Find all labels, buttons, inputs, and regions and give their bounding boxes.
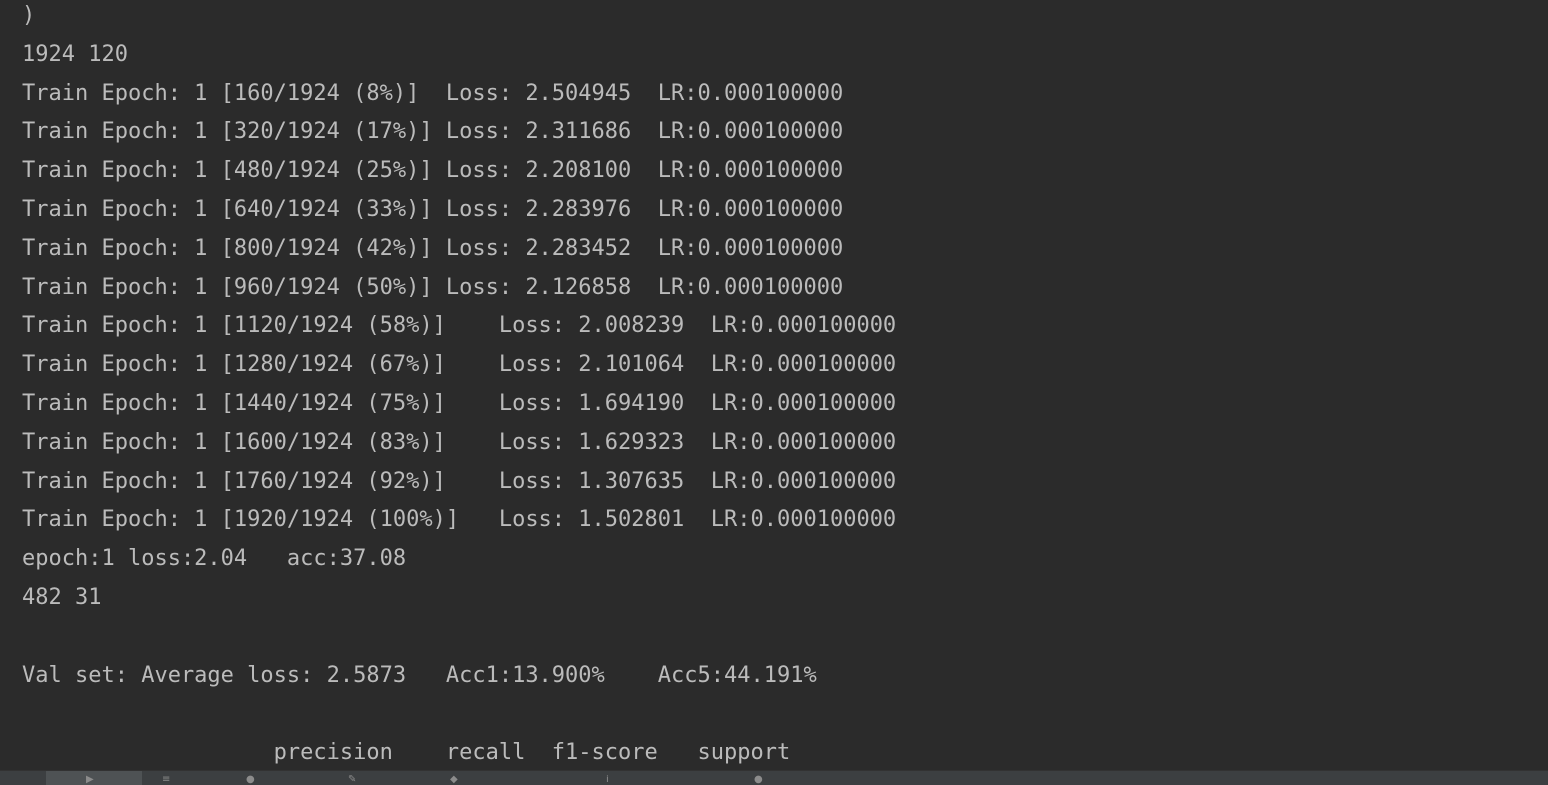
console-line: )	[22, 3, 36, 28]
console-line: Train Epoch: 1 [1600/1924 (83%)] Loss: 1…	[22, 429, 897, 455]
console-line: 1924 120	[22, 41, 128, 67]
console-line: Train Epoch: 1 [1120/1924 (58%)] Loss: 2…	[22, 313, 897, 339]
console-line: Train Epoch: 1 [480/1924 (25%)] Loss: 2.…	[22, 158, 844, 184]
console-line: Val set: Average loss: 2.5873 Acc1:13.90…	[22, 662, 817, 688]
console-line: Train Epoch: 1 [1760/1924 (92%)] Loss: 1…	[22, 468, 897, 494]
console-line: precision recall f1-score support	[22, 740, 791, 766]
console-lines: ) 1924 120 Train Epoch: 1 [160/1924 (8%)…	[22, 0, 1522, 770]
console-line: Train Epoch: 1 [1920/1924 (100%)] Loss: …	[22, 507, 897, 533]
console-line: Train Epoch: 1 [800/1924 (42%)] Loss: 2.…	[22, 235, 844, 261]
tool-window-tab-run[interactable]: ▶	[46, 771, 142, 785]
console-line: Train Epoch: 1 [1280/1924 (67%)] Loss: 2…	[22, 352, 897, 378]
console-line: Train Epoch: 1 [960/1924 (50%)] Loss: 2.…	[22, 274, 844, 300]
console-line: epoch:1 loss:2.04 acc:37.08	[22, 546, 407, 572]
console-line: Train Epoch: 1 [160/1924 (8%)] Loss: 2.5…	[22, 80, 844, 106]
run-console-output[interactable]: ) 1924 120 Train Epoch: 1 [160/1924 (8%)…	[0, 0, 1548, 770]
console-line: Train Epoch: 1 [320/1924 (17%)] Loss: 2.…	[22, 119, 844, 145]
console-line: Train Epoch: 1 [640/1924 (33%)] Loss: 2.…	[22, 196, 844, 222]
console-line: 482 31	[22, 584, 102, 610]
bottom-tool-bar: ▶ ≡ ● ✎ ◆ i ●	[0, 770, 1548, 785]
console-line: Train Epoch: 1 [1440/1924 (75%)] Loss: 1…	[22, 390, 897, 416]
